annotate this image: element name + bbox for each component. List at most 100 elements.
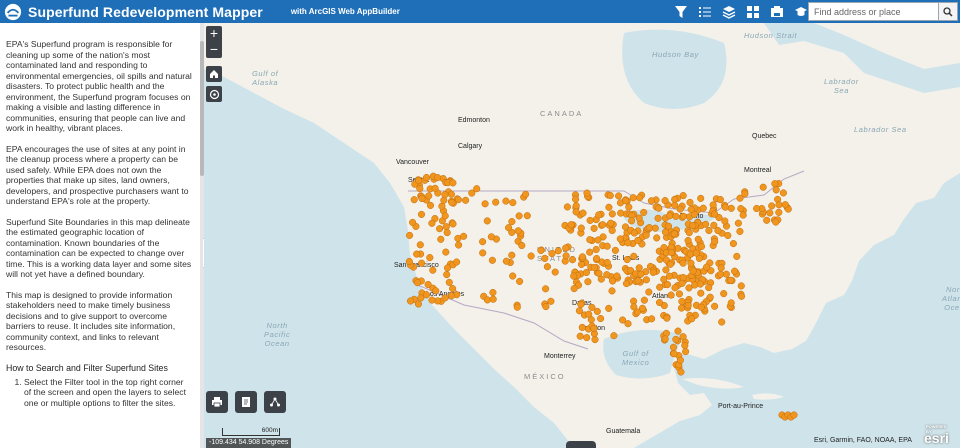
superfund-site-marker[interactable] [608, 287, 616, 295]
superfund-site-marker[interactable] [775, 208, 783, 216]
superfund-site-marker[interactable] [417, 210, 426, 218]
superfund-site-marker[interactable] [587, 316, 595, 324]
superfund-site-marker[interactable] [492, 198, 500, 206]
add-data-button[interactable] [235, 391, 257, 413]
superfund-site-marker[interactable] [413, 250, 421, 258]
zoom-out-button[interactable]: − [206, 42, 222, 58]
superfund-site-marker[interactable] [709, 201, 717, 209]
superfund-site-marker[interactable] [594, 236, 602, 244]
superfund-site-marker[interactable] [685, 229, 693, 237]
superfund-site-marker[interactable] [753, 204, 761, 213]
superfund-site-marker[interactable] [426, 254, 434, 262]
superfund-site-marker[interactable] [676, 205, 684, 213]
share-button[interactable] [264, 391, 286, 413]
superfund-site-marker[interactable] [438, 202, 446, 210]
superfund-site-marker[interactable] [572, 195, 580, 203]
superfund-site-marker[interactable] [479, 249, 487, 257]
superfund-site-marker[interactable] [640, 208, 648, 216]
superfund-site-marker[interactable] [432, 287, 440, 295]
superfund-site-marker[interactable] [622, 280, 631, 288]
superfund-site-marker[interactable] [679, 259, 687, 267]
superfund-site-marker[interactable] [628, 217, 636, 225]
superfund-site-marker[interactable] [416, 185, 424, 193]
superfund-site-marker[interactable] [599, 221, 607, 229]
superfund-site-marker[interactable] [663, 314, 671, 322]
home-button[interactable] [206, 66, 222, 82]
superfund-site-marker[interactable] [572, 202, 580, 210]
map-view[interactable]: Gulf of Alaska Hudson Bay Labrador Sea N… [204, 23, 960, 448]
superfund-site-marker[interactable] [509, 199, 517, 207]
superfund-site-marker[interactable] [418, 194, 426, 203]
superfund-site-marker[interactable] [679, 333, 687, 341]
superfund-site-marker[interactable] [623, 255, 631, 264]
superfund-site-marker[interactable] [703, 263, 711, 271]
superfund-site-marker[interactable] [771, 180, 779, 188]
superfund-site-marker[interactable] [640, 296, 648, 304]
superfund-site-marker[interactable] [689, 267, 697, 275]
superfund-site-marker[interactable] [542, 303, 550, 311]
superfund-site-marker[interactable] [570, 272, 578, 280]
superfund-site-marker[interactable] [667, 291, 675, 299]
superfund-site-marker[interactable] [590, 324, 598, 333]
superfund-site-marker[interactable] [661, 197, 669, 205]
superfund-site-marker[interactable] [583, 334, 591, 342]
superfund-site-marker[interactable] [737, 282, 745, 290]
superfund-site-marker[interactable] [441, 212, 449, 220]
superfund-site-marker[interactable] [682, 348, 690, 356]
superfund-site-marker[interactable] [449, 285, 457, 293]
superfund-site-marker[interactable] [653, 234, 661, 242]
superfund-site-marker[interactable] [731, 267, 739, 275]
superfund-site-marker[interactable] [711, 238, 719, 246]
superfund-site-marker[interactable] [515, 212, 523, 220]
search-button[interactable] [938, 2, 958, 21]
superfund-site-marker[interactable] [661, 228, 670, 236]
superfund-site-marker[interactable] [702, 220, 710, 228]
superfund-site-marker[interactable] [460, 232, 468, 240]
superfund-site-marker[interactable] [443, 229, 451, 237]
superfund-site-marker[interactable] [716, 196, 724, 204]
superfund-site-marker[interactable] [607, 219, 615, 227]
superfund-site-marker[interactable] [597, 314, 605, 323]
superfund-site-marker[interactable] [697, 242, 706, 251]
superfund-site-marker[interactable] [593, 307, 601, 315]
superfund-site-marker[interactable] [711, 302, 719, 310]
superfund-site-marker[interactable] [442, 223, 450, 231]
superfund-site-marker[interactable] [666, 212, 674, 220]
superfund-site-marker[interactable] [697, 303, 705, 311]
superfund-site-marker[interactable] [670, 350, 678, 358]
superfund-site-marker[interactable] [578, 323, 586, 331]
attribute-table-handle[interactable] [566, 441, 596, 448]
superfund-site-marker[interactable] [505, 224, 513, 232]
superfund-site-marker[interactable] [537, 246, 545, 254]
superfund-site-marker[interactable] [428, 296, 436, 304]
superfund-site-marker[interactable] [647, 197, 655, 205]
superfund-site-marker[interactable] [675, 290, 683, 298]
superfund-site-marker[interactable] [562, 244, 570, 252]
superfund-site-marker[interactable] [414, 300, 422, 308]
superfund-site-marker[interactable] [548, 250, 556, 258]
superfund-site-marker[interactable] [543, 263, 551, 271]
superfund-site-marker[interactable] [790, 411, 798, 419]
superfund-site-marker[interactable] [527, 252, 535, 260]
superfund-site-marker[interactable] [741, 190, 749, 198]
superfund-site-marker[interactable] [662, 266, 670, 274]
superfund-site-marker[interactable] [622, 197, 630, 205]
superfund-site-marker[interactable] [415, 177, 423, 185]
print-map-button[interactable] [206, 391, 228, 413]
superfund-site-marker[interactable] [671, 195, 679, 203]
superfund-site-marker[interactable] [434, 174, 442, 182]
about-tool-button[interactable] [792, 3, 809, 20]
superfund-site-marker[interactable] [696, 280, 704, 288]
superfund-site-marker[interactable] [781, 201, 789, 209]
superfund-site-marker[interactable] [739, 211, 747, 219]
filter-tool-button[interactable] [672, 3, 689, 20]
superfund-site-marker[interactable] [608, 226, 616, 235]
superfund-site-marker[interactable] [406, 231, 414, 239]
superfund-site-marker[interactable] [509, 272, 517, 280]
superfund-site-marker[interactable] [759, 183, 767, 191]
superfund-site-marker[interactable] [586, 236, 594, 244]
superfund-site-marker[interactable] [720, 290, 728, 298]
superfund-site-marker[interactable] [488, 256, 496, 264]
basemap-tool-button[interactable] [744, 3, 761, 20]
superfund-site-marker[interactable] [606, 191, 614, 200]
